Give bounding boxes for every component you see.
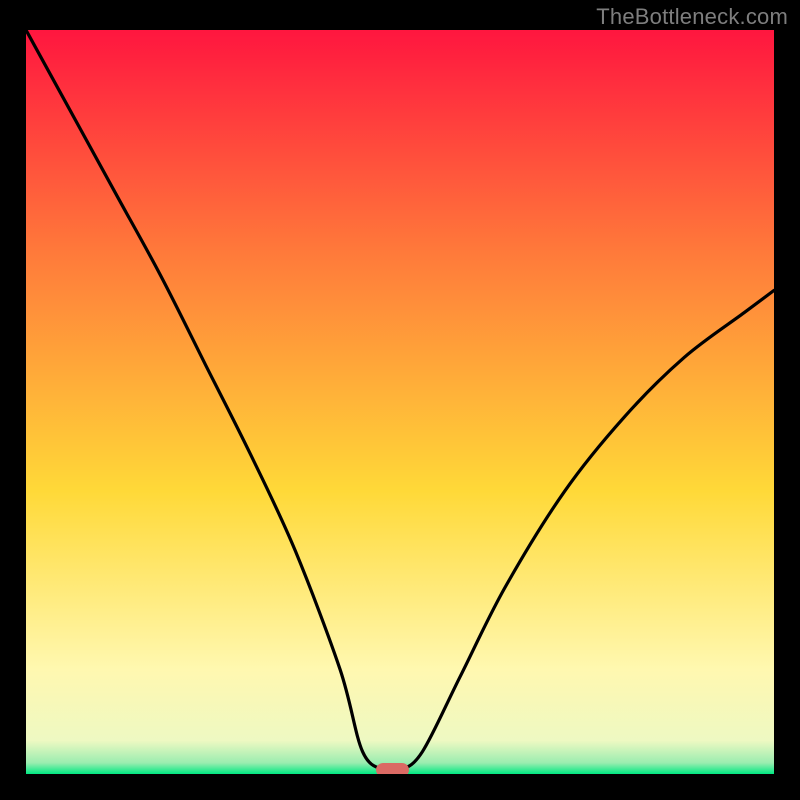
plot-area: [26, 30, 774, 774]
chart-frame: TheBottleneck.com: [0, 0, 800, 800]
optimum-marker: [376, 763, 410, 774]
chart-svg: [26, 30, 774, 774]
attribution-text: TheBottleneck.com: [596, 4, 788, 30]
gradient-background: [26, 30, 774, 774]
